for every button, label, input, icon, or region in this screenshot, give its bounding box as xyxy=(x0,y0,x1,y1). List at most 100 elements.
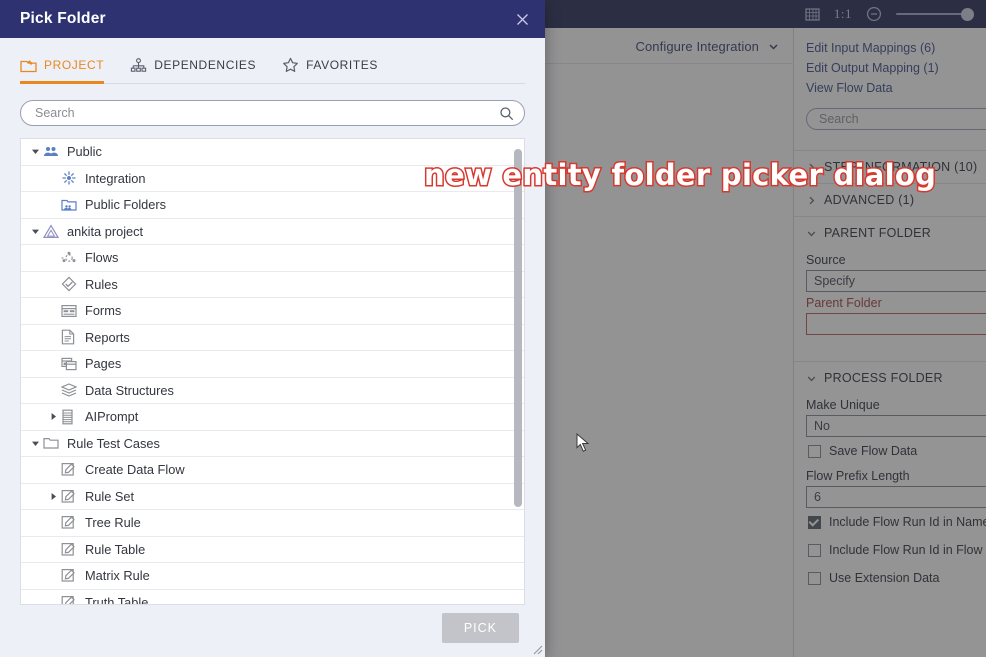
properties-search-placeholder: Search xyxy=(819,112,859,126)
tree-item-truth-table[interactable]: Truth Table xyxy=(21,590,524,604)
flow-prefix-length-label: Flow Prefix Length xyxy=(806,469,910,483)
tree-item-ankita-project[interactable]: ankita project xyxy=(21,219,524,245)
tree-item-data-structures[interactable]: Data Structures xyxy=(21,378,524,404)
tree-item-label: Truth Table xyxy=(85,594,149,604)
forms-icon xyxy=(61,304,81,318)
grid-icon[interactable] xyxy=(805,7,820,22)
search-icon[interactable] xyxy=(499,106,514,121)
project-icon xyxy=(20,58,37,73)
section-advanced[interactable]: ADVANCED (1) xyxy=(794,184,986,216)
caret-right-icon[interactable] xyxy=(45,492,61,501)
tree-item-rule-table[interactable]: Rule Table xyxy=(21,537,524,563)
tree-item-matrix-rule[interactable]: Matrix Rule xyxy=(21,563,524,590)
tab-project[interactable]: PROJECT xyxy=(20,47,105,84)
section-process-folder[interactable]: PROCESS FOLDER xyxy=(794,362,986,394)
tree-item-label: Data Structures xyxy=(85,382,174,398)
caret-down-icon[interactable] xyxy=(27,227,43,236)
dialog-body: PROJECT DEPENDENCIES FAVORITES Search Pu… xyxy=(0,38,545,605)
make-unique-select[interactable]: No xyxy=(806,415,986,437)
chevron-down-icon xyxy=(806,373,817,384)
tree-item-public[interactable]: Public xyxy=(21,139,524,166)
tree-item-flows[interactable]: Flows xyxy=(21,245,524,272)
tree-item-rule-test-cases[interactable]: Rule Test Cases xyxy=(21,431,524,457)
zoom-out-icon[interactable] xyxy=(866,6,882,22)
parent-folder-input[interactable] xyxy=(806,313,986,335)
tab-project-label: PROJECT xyxy=(44,58,105,72)
caret-right-icon[interactable] xyxy=(45,412,61,421)
rules-icon xyxy=(61,276,81,292)
configure-integration-label: Configure Integration xyxy=(635,39,759,54)
chevron-right-icon xyxy=(806,162,817,173)
tree-item-rules[interactable]: Rules xyxy=(21,272,524,298)
chevron-down-icon xyxy=(806,228,817,239)
tree-scrollbar[interactable] xyxy=(514,141,522,602)
pick-button[interactable]: PICK xyxy=(441,613,519,643)
properties-search-input[interactable]: Search xyxy=(806,108,986,130)
section-parent-folder[interactable]: PARENT FOLDER xyxy=(794,217,986,249)
tree-item-label: Rule Set xyxy=(85,488,135,504)
flow-prefix-length-input[interactable]: 6 xyxy=(806,486,986,508)
zoom-slider[interactable] xyxy=(896,7,974,21)
tree-item-tree-rule[interactable]: Tree Rule xyxy=(21,510,524,537)
use-extension-data-checkbox-row[interactable]: Use Extension Data xyxy=(794,564,986,592)
tab-dependencies-label: DEPENDENCIES xyxy=(154,58,257,72)
configure-integration-row[interactable]: Configure Integration xyxy=(545,30,794,64)
source-select[interactable]: Specify xyxy=(806,270,986,292)
rule-icon xyxy=(61,568,81,583)
flows-icon xyxy=(61,251,81,265)
caret-down-icon[interactable] xyxy=(27,147,43,156)
tree-item-label: Forms xyxy=(85,303,122,319)
folder-tree[interactable]: Public Integration Public Folders ankita pr… xyxy=(20,138,525,605)
tree-item-public-folders[interactable]: Public Folders xyxy=(21,192,524,219)
project-tree-icon xyxy=(43,224,63,239)
tree-scrollbar-thumb[interactable] xyxy=(514,149,522,507)
include-run-id-flow-checkbox-row[interactable]: Include Flow Run Id in Flow xyxy=(794,536,986,564)
tree-item-create-data-flow[interactable]: Create Data Flow xyxy=(21,457,524,484)
tree-item-aiprompt[interactable]: AIPrompt xyxy=(21,404,524,431)
rule-icon xyxy=(61,542,81,557)
screen: 1:1 Configure Integration Edit Input Map… xyxy=(0,0,986,657)
tree-item-reports[interactable]: Reports xyxy=(21,325,524,351)
include-run-id-flow-checkbox[interactable] xyxy=(808,543,821,557)
mouse-cursor xyxy=(576,432,590,458)
search-input[interactable]: Search xyxy=(20,100,525,126)
public-folders-icon xyxy=(61,198,81,212)
view-flow-data-link[interactable]: View Flow Data xyxy=(794,78,986,98)
use-extension-data-label: Use Extension Data xyxy=(829,571,940,585)
resize-handle-icon[interactable] xyxy=(529,641,543,655)
tree-item-label: Tree Rule xyxy=(85,515,141,531)
dialog-title: Pick Folder xyxy=(20,10,106,27)
tree-item-rule-set[interactable]: Rule Set xyxy=(21,484,524,510)
save-flow-data-checkbox[interactable] xyxy=(808,444,821,458)
include-run-id-name-checkbox[interactable] xyxy=(808,515,821,529)
tab-favorites-label: FAVORITES xyxy=(306,58,378,72)
tree-item-pages[interactable]: Pages xyxy=(21,351,524,378)
tree-item-label: AIPrompt xyxy=(85,409,139,425)
edit-input-mappings-link[interactable]: Edit Input Mappings (6) xyxy=(794,38,986,58)
zoom-ratio-label[interactable]: 1:1 xyxy=(834,6,852,22)
caret-down-icon[interactable] xyxy=(27,439,43,448)
rule-icon xyxy=(61,595,81,604)
use-extension-data-checkbox[interactable] xyxy=(808,571,821,585)
tree-item-label: Public Folders xyxy=(85,197,167,213)
pages-icon xyxy=(61,357,81,371)
include-run-id-name-checkbox-row[interactable]: Include Flow Run Id in Name xyxy=(794,508,986,536)
toolbar-tools: 1:1 xyxy=(805,0,974,28)
save-flow-data-checkbox-row[interactable]: Save Flow Data xyxy=(794,437,986,465)
edit-output-mapping-link[interactable]: Edit Output Mapping (1) xyxy=(794,58,986,78)
data-structures-icon xyxy=(61,383,81,397)
zoom-slider-knob[interactable] xyxy=(961,7,974,21)
flow-prefix-length-value: 6 xyxy=(814,490,821,504)
section-step-information[interactable]: STEP INFORMATION (10) xyxy=(794,151,986,183)
tree-item-label: Rules xyxy=(85,276,118,292)
tab-dependencies[interactable]: DEPENDENCIES xyxy=(130,47,256,83)
folder-tree-list[interactable]: Public Integration Public Folders ankita pr… xyxy=(21,139,524,604)
tree-item-forms[interactable]: Forms xyxy=(21,298,524,325)
tree-item-label: Reports xyxy=(85,329,130,345)
tab-favorites[interactable]: FAVORITES xyxy=(282,47,378,83)
chevron-down-icon[interactable] xyxy=(767,40,780,53)
tree-item-integration[interactable]: Integration xyxy=(21,166,524,192)
close-icon[interactable] xyxy=(514,11,531,28)
integration-icon xyxy=(61,170,81,186)
star-icon xyxy=(282,57,299,73)
